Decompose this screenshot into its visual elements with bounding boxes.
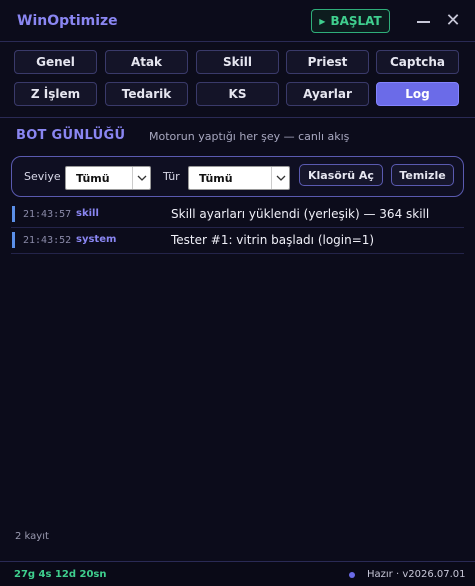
section-title: BOT GÜNLÜĞÜ	[16, 128, 126, 143]
start-button-label: BAŞLAT	[330, 14, 382, 28]
log-level-bar	[12, 206, 15, 222]
type-label: Tür	[163, 170, 180, 183]
app-title: WinOptimize	[17, 13, 118, 29]
chevron-down-icon	[271, 167, 289, 189]
start-button[interactable]: ▶ BAŞLAT	[311, 9, 390, 33]
log-time: 21:43:52	[23, 235, 72, 246]
level-label: Seviye	[24, 170, 61, 183]
tab-skill[interactable]: Skill	[196, 50, 279, 74]
title-bar: WinOptimize ▶ BAŞLAT ✕	[0, 0, 475, 42]
tab-atak[interactable]: Atak	[105, 50, 188, 74]
play-icon: ▶	[319, 16, 326, 26]
filter-panel: Seviye Tümü Tür Tümü Klasörü Aç Temizle	[11, 156, 464, 197]
log-message: Tester #1: vitrin başladı (login=1)	[171, 233, 375, 247]
divider	[0, 117, 475, 118]
minimize-icon	[416, 21, 430, 23]
level-select[interactable]: Tümü	[65, 166, 151, 190]
log-time: 21:43:57	[23, 209, 72, 220]
tab-tedarik[interactable]: Tedarik	[105, 82, 188, 106]
close-button[interactable]: ✕	[443, 10, 463, 32]
chevron-down-icon	[132, 167, 150, 189]
record-count: 2 kayıt	[15, 531, 49, 542]
log-type: skill	[76, 208, 99, 219]
log-row[interactable]: 21:43:57 skill Skill ayarları yüklendi (…	[11, 202, 464, 228]
log-level-bar	[12, 232, 15, 248]
tab-ks[interactable]: KS	[196, 82, 279, 106]
tab-ayarlar[interactable]: Ayarlar	[286, 82, 369, 106]
level-select-value: Tümü	[76, 171, 110, 185]
type-select[interactable]: Tümü	[188, 166, 290, 190]
uptime: 27g 4s 12d 20sn	[14, 569, 107, 580]
tab-log[interactable]: Log	[376, 82, 459, 106]
open-folder-button[interactable]: Klasörü Aç	[299, 164, 383, 186]
tab-captcha[interactable]: Captcha	[376, 50, 459, 74]
log-type: system	[76, 234, 117, 245]
minimize-button[interactable]	[413, 10, 433, 32]
tab-bar: Genel Atak Skill Priest Captcha Z İşlem …	[14, 50, 460, 108]
log-message: Skill ayarları yüklendi (yerleşik) — 364…	[171, 207, 430, 221]
log-row[interactable]: 21:43:52 system Tester #1: vitrin başlad…	[11, 228, 464, 254]
close-icon: ✕	[445, 10, 461, 31]
tab-priest[interactable]: Priest	[286, 50, 369, 74]
section-subtitle: Motorun yaptığı her şey — canlı akış	[149, 130, 350, 143]
status-text: Hazır · v2026.07.01	[367, 569, 466, 580]
clear-button[interactable]: Temizle	[391, 164, 454, 186]
tab-z-islem[interactable]: Z İşlem	[14, 82, 97, 106]
status-bar: 27g 4s 12d 20sn Hazır · v2026.07.01	[0, 561, 475, 586]
log-list: 21:43:57 skill Skill ayarları yüklendi (…	[11, 202, 464, 254]
status-dot-icon	[349, 572, 355, 578]
tab-genel[interactable]: Genel	[14, 50, 97, 74]
type-select-value: Tümü	[199, 171, 233, 185]
